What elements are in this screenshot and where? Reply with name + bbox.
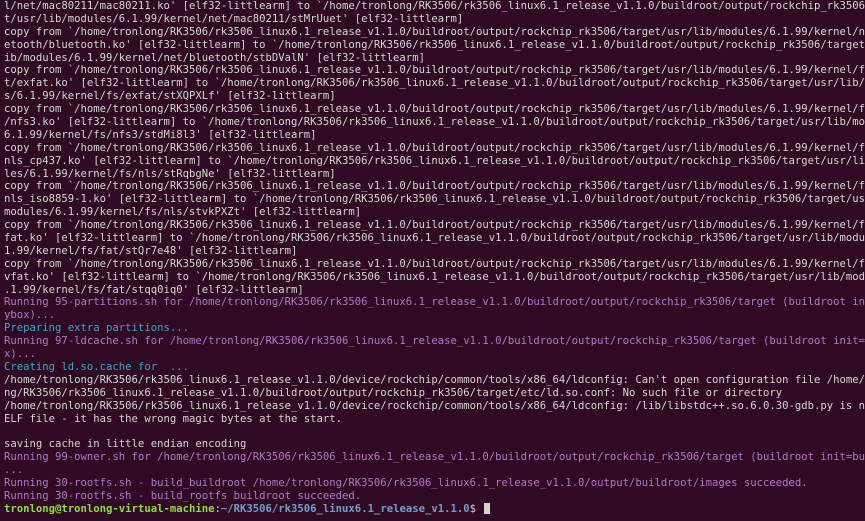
terminal-prompt-line[interactable]: tronlong@tronlong-virtual-machine:~/RK35…: [4, 502, 861, 516]
terminal-line-segment: nls_iso8859-1.ko' [elf32-littlearm] to `…: [4, 193, 865, 206]
terminal-line-segment: modules/6.1.99/kernel/fs/nls/stvkPXZt' […: [4, 206, 362, 219]
terminal-line-segment: copy from `/home/tronlong/RK3506/rk3506_…: [4, 25, 865, 38]
terminal-line-segment: Running 99-owner.sh for /home/tronlong/R…: [4, 451, 865, 464]
terminal-line-segment: ELF file - it has the wrong magic bytes …: [4, 412, 343, 425]
terminal-line-segment: ib/modules/6.1.99/kernel/net/bluetooth/s…: [4, 51, 425, 64]
terminal-line-segment: copy from `/home/tronlong/RK3506/rk3506_…: [4, 180, 865, 193]
terminal-output-line: l/net/mac80211/mac80211.ko' [elf32-littl…: [4, 0, 865, 26]
terminal-line-segment: Running 30-rootfs.sh - build_rootfs buil…: [4, 489, 362, 502]
terminal-output-line: saving cache in little endian encoding: [4, 438, 861, 451]
terminal-line-segment: t/exfat.ko' [elf32-littlearm] to `/home/…: [4, 77, 865, 90]
terminal-output-line: Running 97-ldcache.sh for /home/tronlong…: [4, 335, 865, 361]
terminal-output-line: copy from `/home/tronlong/RK3506/rk3506_…: [4, 141, 865, 181]
terminal-output-line: /home/tronlong/RK3506/rk3506_linux6.1_re…: [4, 373, 865, 400]
terminal-output-line: copy from `/home/tronlong/RK3506/rk3506_…: [4, 219, 865, 258]
terminal-line-segment: vfat.ko' [elf32-littlearm] to `/home/tro…: [4, 270, 865, 283]
terminal-output: l/net/mac80211/mac80211.ko' [elf32-littl…: [4, 0, 865, 503]
terminal-line-segment: .1.99/kernel/fs/fat/stqq0iq0' [elf32-lit…: [4, 283, 304, 296]
terminal-output-line: Running 95-partitions.sh for /home/tronl…: [4, 296, 865, 322]
terminal-line-segment: copy from `/home/tronlong/RK3506/rk3506_…: [4, 257, 865, 270]
terminal-output-line: copy from `/home/tronlong/RK3506/rk3506_…: [4, 103, 865, 142]
terminal-line-segment: /home/tronlong/RK3506/rk3506_linux6.1_re…: [4, 373, 865, 386]
terminal-line-segment: copy from `/home/tronlong/RK3506/rk3506_…: [4, 141, 865, 154]
terminal-line-segment: ng/RK3506/rk3506_linux6.1_release_v1.1.0…: [4, 386, 783, 399]
terminal-line-segment: fat.ko' [elf32-littlearm] to `/home/tron…: [4, 232, 865, 245]
prompt-user-host: tronlong@tronlong-virtual-machine: [4, 502, 215, 515]
terminal-line-segment: Preparing extra partitions...: [4, 322, 189, 335]
terminal-output-line: copy from `/home/tronlong/RK3506/rk3506_…: [4, 25, 865, 65]
terminal-line-segment: t/usr/lib/modules/6.1.99/kernel/net/mac8…: [4, 12, 464, 25]
terminal-cursor: [484, 502, 491, 514]
terminal-output-line: [4, 425, 861, 438]
terminal-line-segment: x)...: [4, 348, 36, 361]
terminal-output-line: Running 30-rootfs.sh - build_buildroot /…: [4, 477, 861, 490]
terminal-line-segment: Creating ld.so.cache for ...: [4, 360, 189, 373]
terminal-window[interactable]: l/net/mac80211/mac80211.ko' [elf32-littl…: [0, 0, 865, 521]
terminal-line-segment: ...: [4, 464, 24, 477]
prompt-path: ~/RK3506/rk3506_linux6.1_release_v1.1.0: [220, 502, 470, 515]
terminal-line-segment: Running 95-partitions.sh for /home/tronl…: [4, 296, 865, 309]
terminal-line-segment: Running 30-rootfs.sh - build_buildroot /…: [4, 476, 808, 489]
terminal-output-line: copy from `/home/tronlong/RK3506/rk3506_…: [4, 180, 865, 219]
terminal-line-segment: [4, 425, 861, 438]
terminal-line-segment: copy from `/home/tronlong/RK3506/rk3506_…: [4, 103, 865, 116]
terminal-output-line: copy from `/home/tronlong/RK3506/rk3506_…: [4, 64, 865, 103]
terminal-line-segment: copy from `/home/tronlong/RK3506/rk3506_…: [4, 64, 865, 77]
terminal-line-segment: 1.99/kernel/fs/fat/stQr7e48' [elf32-litt…: [4, 244, 298, 257]
terminal-line-segment: saving cache in little endian encoding: [4, 438, 247, 451]
terminal-line-segment: /home/tronlong/RK3506/rk3506_linux6.1_re…: [4, 399, 865, 412]
terminal-line-segment: copy from `/home/tronlong/RK3506/rk3506_…: [4, 219, 865, 232]
terminal-line-segment: Running 97-ldcache.sh for /home/tronlong…: [4, 335, 865, 348]
terminal-output-line: Preparing extra partitions...: [4, 322, 861, 335]
terminal-line-segment: s/6.1.99/kernel/fs/exfat/stXQPXLf' [elf3…: [4, 90, 336, 103]
terminal-line-segment: etooth/bluetooth.ko' [elf32-littlearm] t…: [4, 38, 865, 51]
terminal-output-line: Running 30-rootfs.sh - build_rootfs buil…: [4, 490, 861, 503]
terminal-output-line: Running 99-owner.sh for /home/tronlong/R…: [4, 451, 865, 477]
terminal-line-segment: l/net/mac80211/mac80211.ko' [elf32-littl…: [4, 0, 865, 12]
terminal-line-segment: 6.1.99/kernel/fs/nfs3/stdMi8l3' [elf32-l…: [4, 128, 317, 141]
terminal-output-line: Creating ld.so.cache for ...: [4, 361, 861, 374]
terminal-line-segment: les/6.1.99/kernel/fs/nls/stRqbgNe' [elf3…: [4, 167, 336, 180]
terminal-output-line: copy from `/home/tronlong/RK3506/rk3506_…: [4, 257, 865, 297]
terminal-line-segment: ybox)...: [4, 309, 56, 322]
terminal-line-segment: nls_cp437.ko' [elf32-littlearm] to `/hom…: [4, 154, 865, 167]
terminal-output-line: /home/tronlong/RK3506/rk3506_linux6.1_re…: [4, 399, 865, 426]
terminal-line-segment: /nfs3.ko' [elf32-littlearm] to `/home/tr…: [4, 116, 865, 129]
prompt-symbol: $: [469, 502, 483, 515]
